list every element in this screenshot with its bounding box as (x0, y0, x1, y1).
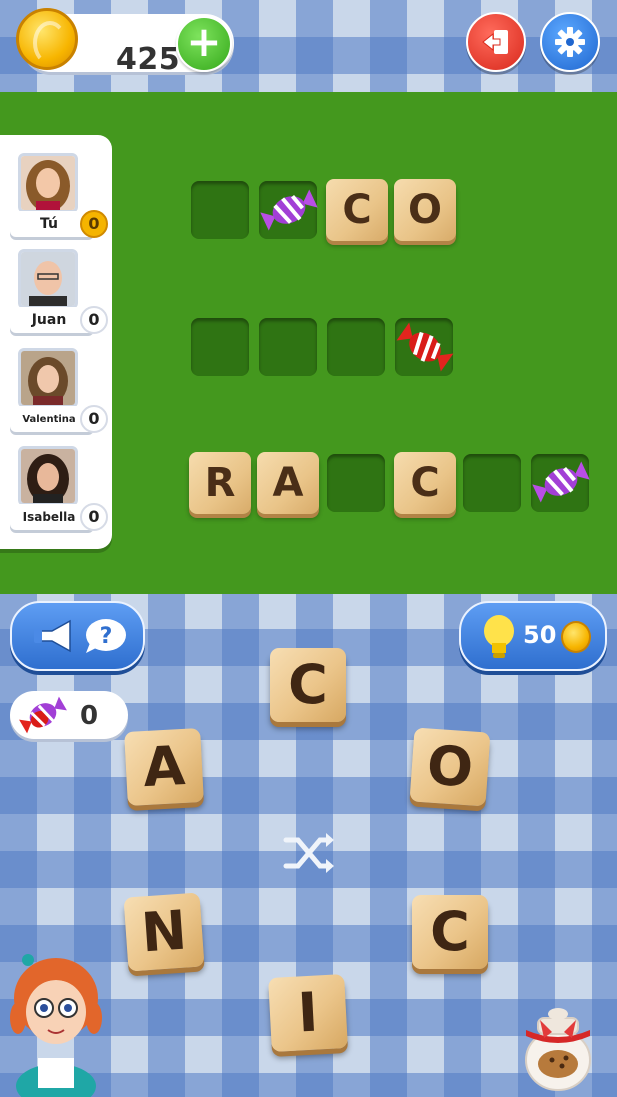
empty-cell (191, 181, 249, 239)
exit-icon (482, 30, 508, 54)
player-card-valentina: Valentina 0 (0, 348, 112, 438)
player-name: Tú (40, 216, 58, 232)
board-tile: O (394, 179, 456, 241)
empty-cell (191, 318, 249, 376)
board-tile: C (326, 179, 388, 241)
avatar (18, 348, 78, 408)
player-card-tu: Tú 0 (0, 153, 112, 243)
candy-purple-icon (260, 189, 318, 231)
candy-red-icon (396, 322, 454, 372)
empty-cell (463, 454, 521, 512)
empty-cell (327, 318, 385, 376)
player-name: Valentina (22, 414, 76, 425)
empty-cell (259, 318, 317, 376)
hint-button[interactable]: 50 (459, 601, 607, 671)
players-panel: Tú 0 Juan 0 Valentina 0 Isabella 0 (0, 135, 112, 549)
avatar (18, 153, 78, 213)
letter-tile[interactable]: A (124, 728, 204, 806)
shuffle-icon[interactable] (282, 826, 336, 880)
top-bar: 425 + (0, 0, 617, 92)
player-score: 0 (80, 503, 108, 531)
candy-count: 0 (80, 701, 99, 731)
letter-tile[interactable]: O (409, 727, 491, 807)
candy-purple-icon (532, 461, 590, 503)
coin-icon (561, 621, 591, 653)
player-name: Juan (31, 312, 67, 328)
player-score: 0 (80, 405, 108, 433)
board-tile: C (394, 452, 456, 514)
player-name: Isabella (22, 510, 76, 524)
board-tile: A (257, 452, 319, 514)
letter-tile[interactable]: C (412, 895, 488, 969)
candy-counter: 0 (10, 691, 128, 739)
avatar (18, 249, 78, 309)
empty-cell (327, 454, 385, 512)
player-card-juan: Juan 0 (0, 249, 112, 339)
player-card-isabella: Isabella 0 (0, 446, 112, 536)
svg-text:?: ? (100, 624, 113, 649)
lightbulb-icon (484, 615, 514, 658)
mascot-girl-icon (10, 954, 102, 1097)
gear-icon (555, 27, 585, 57)
ask-friends-button[interactable]: ? (10, 601, 145, 671)
buy-coins-button[interactable]: + (176, 16, 232, 72)
player-score: 0 (80, 210, 108, 238)
cookie-jar-icon[interactable] (518, 1004, 596, 1092)
candy-icon (19, 696, 67, 734)
letter-tile[interactable]: N (123, 892, 205, 972)
player-score: 0 (80, 306, 108, 334)
coin-count: 425 (116, 42, 181, 77)
letter-tile[interactable]: C (270, 648, 346, 722)
avatar (18, 446, 78, 506)
letter-tile[interactable]: I (268, 974, 348, 1052)
megaphone-question-icon: ? (34, 619, 126, 653)
hint-price: 50 (523, 621, 557, 649)
exit-button[interactable] (466, 12, 526, 72)
coin-icon (16, 8, 78, 70)
settings-button[interactable] (540, 12, 600, 72)
board-tile: R (189, 452, 251, 514)
